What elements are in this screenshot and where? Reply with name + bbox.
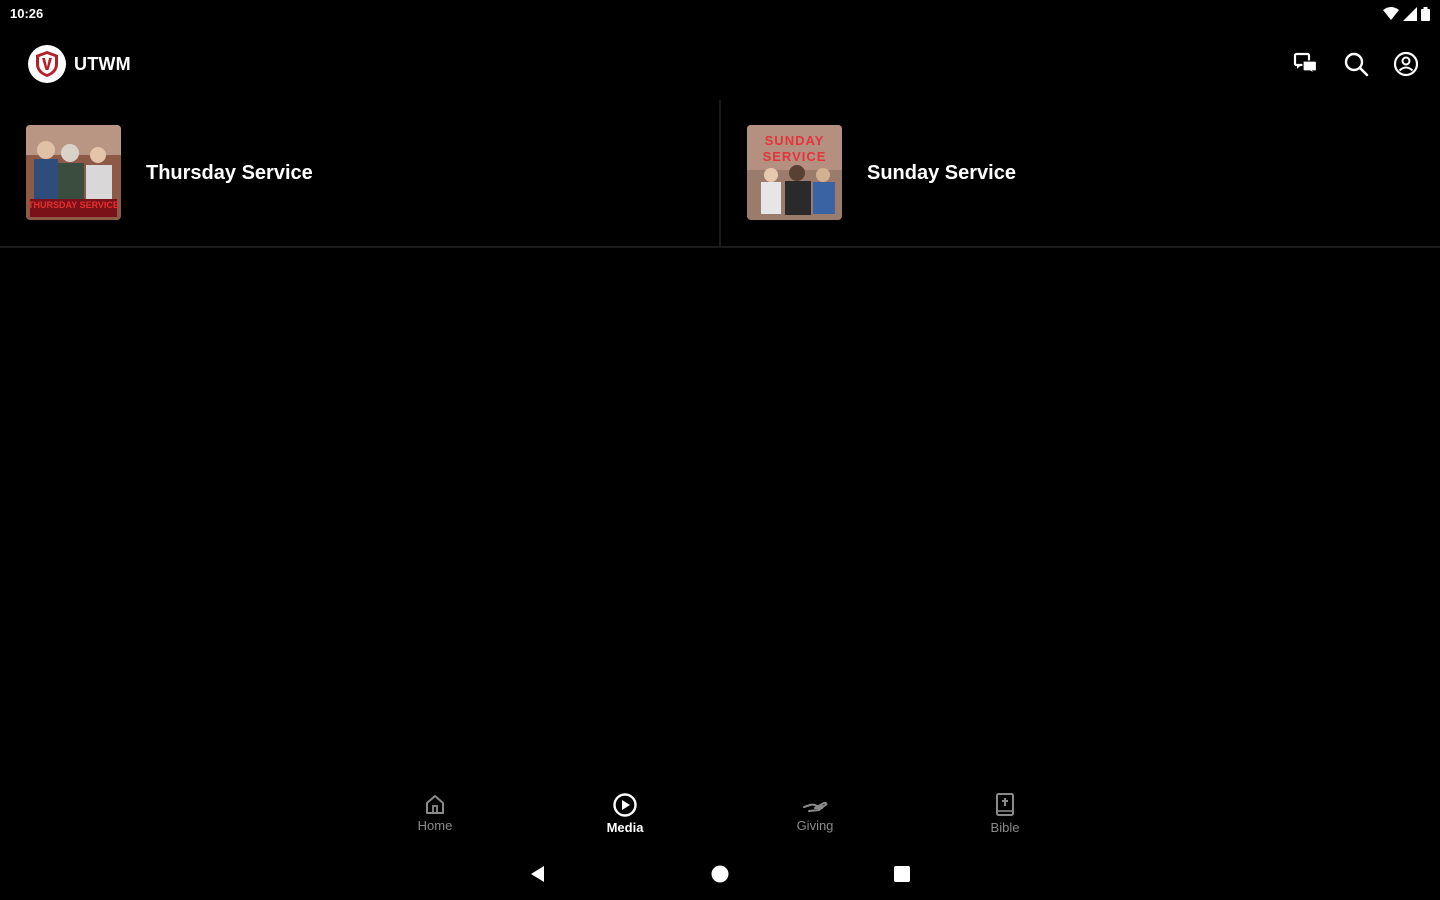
app-bar: UTWM: [0, 40, 1440, 88]
home-circle-icon: [711, 865, 729, 883]
giving-icon: [803, 801, 828, 812]
play-circle-icon: [613, 793, 637, 817]
battery-icon: [1421, 7, 1430, 26]
system-home-button[interactable]: [708, 862, 732, 886]
nav-label: Home: [417, 818, 453, 833]
app-actions: [1292, 50, 1420, 78]
status-time: 10:26: [10, 6, 44, 21]
svg-text:SUNDAY: SUNDAY: [765, 133, 825, 148]
wifi-icon: [1383, 7, 1399, 26]
signal-icon: [1403, 7, 1417, 26]
app-screen: 10:26 UTWM THURSDAY SERVICE Thursday Ser…: [0, 0, 1440, 900]
account-button[interactable]: [1392, 50, 1420, 78]
system-back-button[interactable]: [526, 862, 550, 886]
search-icon: [1344, 52, 1369, 77]
back-triangle-icon: [531, 866, 544, 882]
nav-item-media[interactable]: Media: [585, 792, 665, 835]
bottom-nav: Home Media Giving Bible: [0, 780, 1440, 846]
status-bar: 10:26: [0, 0, 1440, 28]
nav-item-home[interactable]: Home: [395, 792, 475, 833]
system-recents-button[interactable]: [890, 862, 914, 886]
chat-icon: [1293, 52, 1318, 75]
nav-item-giving[interactable]: Giving: [775, 792, 855, 833]
media-item-thursday-service[interactable]: THURSDAY SERVICE Thursday Service: [0, 100, 721, 246]
account-icon: [1393, 51, 1419, 77]
nav-label: Bible: [990, 820, 1020, 835]
system-nav-bar: [0, 852, 1440, 896]
shield-logo-icon: [36, 51, 58, 77]
media-thumbnail: THURSDAY SERVICE: [26, 125, 121, 220]
nav-label: Media: [606, 820, 644, 835]
recents-square-icon: [894, 866, 910, 882]
svg-text:THURSDAY SERVICE: THURSDAY SERVICE: [28, 200, 119, 210]
svg-text:SERVICE: SERVICE: [763, 149, 827, 164]
media-item-sunday-service[interactable]: SUNDAY SERVICE Sunday Service: [721, 100, 1440, 246]
media-thumbnail: SUNDAY SERVICE: [747, 125, 842, 220]
nav-item-bible[interactable]: Bible: [965, 792, 1045, 835]
media-title: Thursday Service: [146, 162, 313, 184]
chat-button[interactable]: [1292, 50, 1320, 78]
app-title: UTWM: [74, 54, 131, 74]
home-icon: [426, 795, 444, 814]
media-list: THURSDAY SERVICE Thursday Service SUNDAY…: [0, 100, 1440, 248]
media-title: Sunday Service: [867, 162, 1016, 184]
search-button[interactable]: [1342, 50, 1370, 78]
bible-icon: [996, 793, 1014, 816]
nav-label: Giving: [796, 818, 834, 833]
status-icons: [1383, 7, 1430, 26]
app-logo[interactable]: [28, 45, 66, 83]
